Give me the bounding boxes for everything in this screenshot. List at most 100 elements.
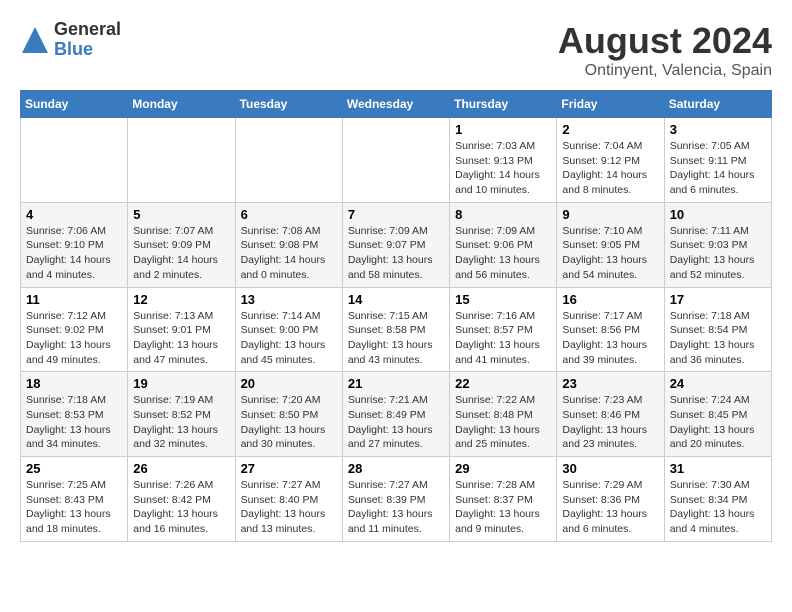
- day-number: 5: [133, 207, 229, 222]
- calendar-day: 6 Sunrise: 7:08 AM Sunset: 9:08 PM Daylig…: [235, 202, 342, 287]
- day-number: 15: [455, 292, 551, 307]
- col-monday: Monday: [128, 91, 235, 118]
- calendar-day: 14Sunrise: 7:15 AM Sunset: 8:58 PM Dayli…: [342, 287, 449, 372]
- calendar-day: 12 Sunrise: 7:13 AM Sunset: 9:01 PM Dayli…: [128, 287, 235, 372]
- col-thursday: Thursday: [450, 91, 557, 118]
- day-info: Sunrise: 7:27 AM Sunset: 8:39 PM Dayligh…: [348, 478, 444, 537]
- calendar-day: 19Sunrise: 7:19 AM Sunset: 8:52 PM Dayli…: [128, 372, 235, 457]
- calendar-week-3: 11Sunrise: 7:12 AM Sunset: 9:02 PM Dayli…: [21, 287, 772, 372]
- day-info: Sunrise: 7:16 AM Sunset: 8:57 PM Dayligh…: [455, 309, 551, 368]
- calendar-day: 20Sunrise: 7:20 AM Sunset: 8:50 PM Dayli…: [235, 372, 342, 457]
- day-number: 10: [670, 207, 766, 222]
- calendar-day: 21 Sunrise: 7:21 AM Sunset: 8:49 PM Dayli…: [342, 372, 449, 457]
- day-info: Sunrise: 7:09 AM Sunset: 9:06 PM Dayligh…: [455, 224, 551, 283]
- logo-general: General: [54, 20, 121, 40]
- calendar-table: Sunday Monday Tuesday Wednesday Thursday…: [20, 90, 772, 542]
- day-number: 11: [26, 292, 122, 307]
- day-info: Sunrise: 7:25 AM Sunset: 8:43 PM Dayligh…: [26, 478, 122, 537]
- day-info: Sunrise: 7:15 AM Sunset: 8:58 PM Dayligh…: [348, 309, 444, 368]
- day-info: Sunrise: 7:18 AM Sunset: 8:53 PM Dayligh…: [26, 393, 122, 452]
- calendar-day: 29Sunrise: 7:28 AM Sunset: 8:37 PM Dayli…: [450, 457, 557, 542]
- day-number: 19: [133, 376, 229, 391]
- logo-blue: Blue: [54, 40, 121, 60]
- day-number: 8: [455, 207, 551, 222]
- day-info: Sunrise: 7:21 AM Sunset: 8:49 PM Dayligh…: [348, 393, 444, 452]
- col-tuesday: Tuesday: [235, 91, 342, 118]
- calendar-day: 2 Sunrise: 7:04 AM Sunset: 9:12 PM Daylig…: [557, 118, 664, 203]
- day-number: 25: [26, 461, 122, 476]
- day-number: 12: [133, 292, 229, 307]
- day-info: Sunrise: 7:17 AM Sunset: 8:56 PM Dayligh…: [562, 309, 658, 368]
- logo: General Blue: [20, 20, 121, 60]
- day-number: 16: [562, 292, 658, 307]
- day-number: 18: [26, 376, 122, 391]
- calendar-week-2: 4 Sunrise: 7:06 AM Sunset: 9:10 PM Daylig…: [21, 202, 772, 287]
- day-number: 6: [241, 207, 337, 222]
- calendar-day: 17 Sunrise: 7:18 AM Sunset: 8:54 PM Dayli…: [664, 287, 771, 372]
- calendar-day: 11Sunrise: 7:12 AM Sunset: 9:02 PM Dayli…: [21, 287, 128, 372]
- calendar-day: 9 Sunrise: 7:10 AM Sunset: 9:05 PM Daylig…: [557, 202, 664, 287]
- calendar-week-1: 1 Sunrise: 7:03 AM Sunset: 9:13 PM Daylig…: [21, 118, 772, 203]
- calendar-day: 22Sunrise: 7:22 AM Sunset: 8:48 PM Dayli…: [450, 372, 557, 457]
- calendar-day: 16 Sunrise: 7:17 AM Sunset: 8:56 PM Dayli…: [557, 287, 664, 372]
- calendar-day: [128, 118, 235, 203]
- calendar-day: 8 Sunrise: 7:09 AM Sunset: 9:06 PM Daylig…: [450, 202, 557, 287]
- calendar-day: 18 Sunrise: 7:18 AM Sunset: 8:53 PM Dayli…: [21, 372, 128, 457]
- calendar-day: 30 Sunrise: 7:29 AM Sunset: 8:36 PM Dayli…: [557, 457, 664, 542]
- header-row: Sunday Monday Tuesday Wednesday Thursday…: [21, 91, 772, 118]
- calendar-day: 4 Sunrise: 7:06 AM Sunset: 9:10 PM Daylig…: [21, 202, 128, 287]
- calendar-day: 28 Sunrise: 7:27 AM Sunset: 8:39 PM Dayli…: [342, 457, 449, 542]
- day-number: 29: [455, 461, 551, 476]
- calendar-day: [342, 118, 449, 203]
- calendar-week-4: 18 Sunrise: 7:18 AM Sunset: 8:53 PM Dayli…: [21, 372, 772, 457]
- col-sunday: Sunday: [21, 91, 128, 118]
- day-info: Sunrise: 7:27 AM Sunset: 8:40 PM Dayligh…: [241, 478, 337, 537]
- calendar-day: 26Sunrise: 7:26 AM Sunset: 8:42 PM Dayli…: [128, 457, 235, 542]
- day-number: 24: [670, 376, 766, 391]
- day-number: 30: [562, 461, 658, 476]
- day-info: Sunrise: 7:11 AM Sunset: 9:03 PM Dayligh…: [670, 224, 766, 283]
- calendar-day: 23 Sunrise: 7:23 AM Sunset: 8:46 PM Dayli…: [557, 372, 664, 457]
- calendar-day: 27 Sunrise: 7:27 AM Sunset: 8:40 PM Dayli…: [235, 457, 342, 542]
- day-number: 9: [562, 207, 658, 222]
- day-info: Sunrise: 7:07 AM Sunset: 9:09 PM Dayligh…: [133, 224, 229, 283]
- day-info: Sunrise: 7:20 AM Sunset: 8:50 PM Dayligh…: [241, 393, 337, 452]
- day-number: 4: [26, 207, 122, 222]
- day-number: 3: [670, 122, 766, 137]
- day-number: 28: [348, 461, 444, 476]
- calendar-day: 25 Sunrise: 7:25 AM Sunset: 8:43 PM Dayli…: [21, 457, 128, 542]
- calendar-day: 13 Sunrise: 7:14 AM Sunset: 9:00 PM Dayli…: [235, 287, 342, 372]
- subtitle: Ontinyent, Valencia, Spain: [558, 62, 772, 80]
- calendar-day: [235, 118, 342, 203]
- day-info: Sunrise: 7:23 AM Sunset: 8:46 PM Dayligh…: [562, 393, 658, 452]
- day-info: Sunrise: 7:04 AM Sunset: 9:12 PM Dayligh…: [562, 139, 658, 198]
- logo-icon: [20, 25, 50, 55]
- day-number: 17: [670, 292, 766, 307]
- day-info: Sunrise: 7:22 AM Sunset: 8:48 PM Dayligh…: [455, 393, 551, 452]
- day-info: Sunrise: 7:08 AM Sunset: 9:08 PM Dayligh…: [241, 224, 337, 283]
- day-info: Sunrise: 7:06 AM Sunset: 9:10 PM Dayligh…: [26, 224, 122, 283]
- day-number: 27: [241, 461, 337, 476]
- calendar-day: 24Sunrise: 7:24 AM Sunset: 8:45 PM Dayli…: [664, 372, 771, 457]
- calendar-day: 3 Sunrise: 7:05 AM Sunset: 9:11 PM Daylig…: [664, 118, 771, 203]
- calendar-day: 10 Sunrise: 7:11 AM Sunset: 9:03 PM Dayli…: [664, 202, 771, 287]
- calendar-day: 1 Sunrise: 7:03 AM Sunset: 9:13 PM Daylig…: [450, 118, 557, 203]
- day-info: Sunrise: 7:14 AM Sunset: 9:00 PM Dayligh…: [241, 309, 337, 368]
- day-info: Sunrise: 7:05 AM Sunset: 9:11 PM Dayligh…: [670, 139, 766, 198]
- day-info: Sunrise: 7:18 AM Sunset: 8:54 PM Dayligh…: [670, 309, 766, 368]
- main-title: August 2024: [558, 20, 772, 62]
- day-number: 7: [348, 207, 444, 222]
- day-number: 13: [241, 292, 337, 307]
- day-info: Sunrise: 7:26 AM Sunset: 8:42 PM Dayligh…: [133, 478, 229, 537]
- day-info: Sunrise: 7:03 AM Sunset: 9:13 PM Dayligh…: [455, 139, 551, 198]
- day-number: 23: [562, 376, 658, 391]
- col-saturday: Saturday: [664, 91, 771, 118]
- header: General Blue August 2024 Ontinyent, Vale…: [20, 20, 772, 80]
- day-number: 1: [455, 122, 551, 137]
- col-friday: Friday: [557, 91, 664, 118]
- day-info: Sunrise: 7:13 AM Sunset: 9:01 PM Dayligh…: [133, 309, 229, 368]
- day-number: 2: [562, 122, 658, 137]
- day-info: Sunrise: 7:29 AM Sunset: 8:36 PM Dayligh…: [562, 478, 658, 537]
- day-info: Sunrise: 7:10 AM Sunset: 9:05 PM Dayligh…: [562, 224, 658, 283]
- day-number: 21: [348, 376, 444, 391]
